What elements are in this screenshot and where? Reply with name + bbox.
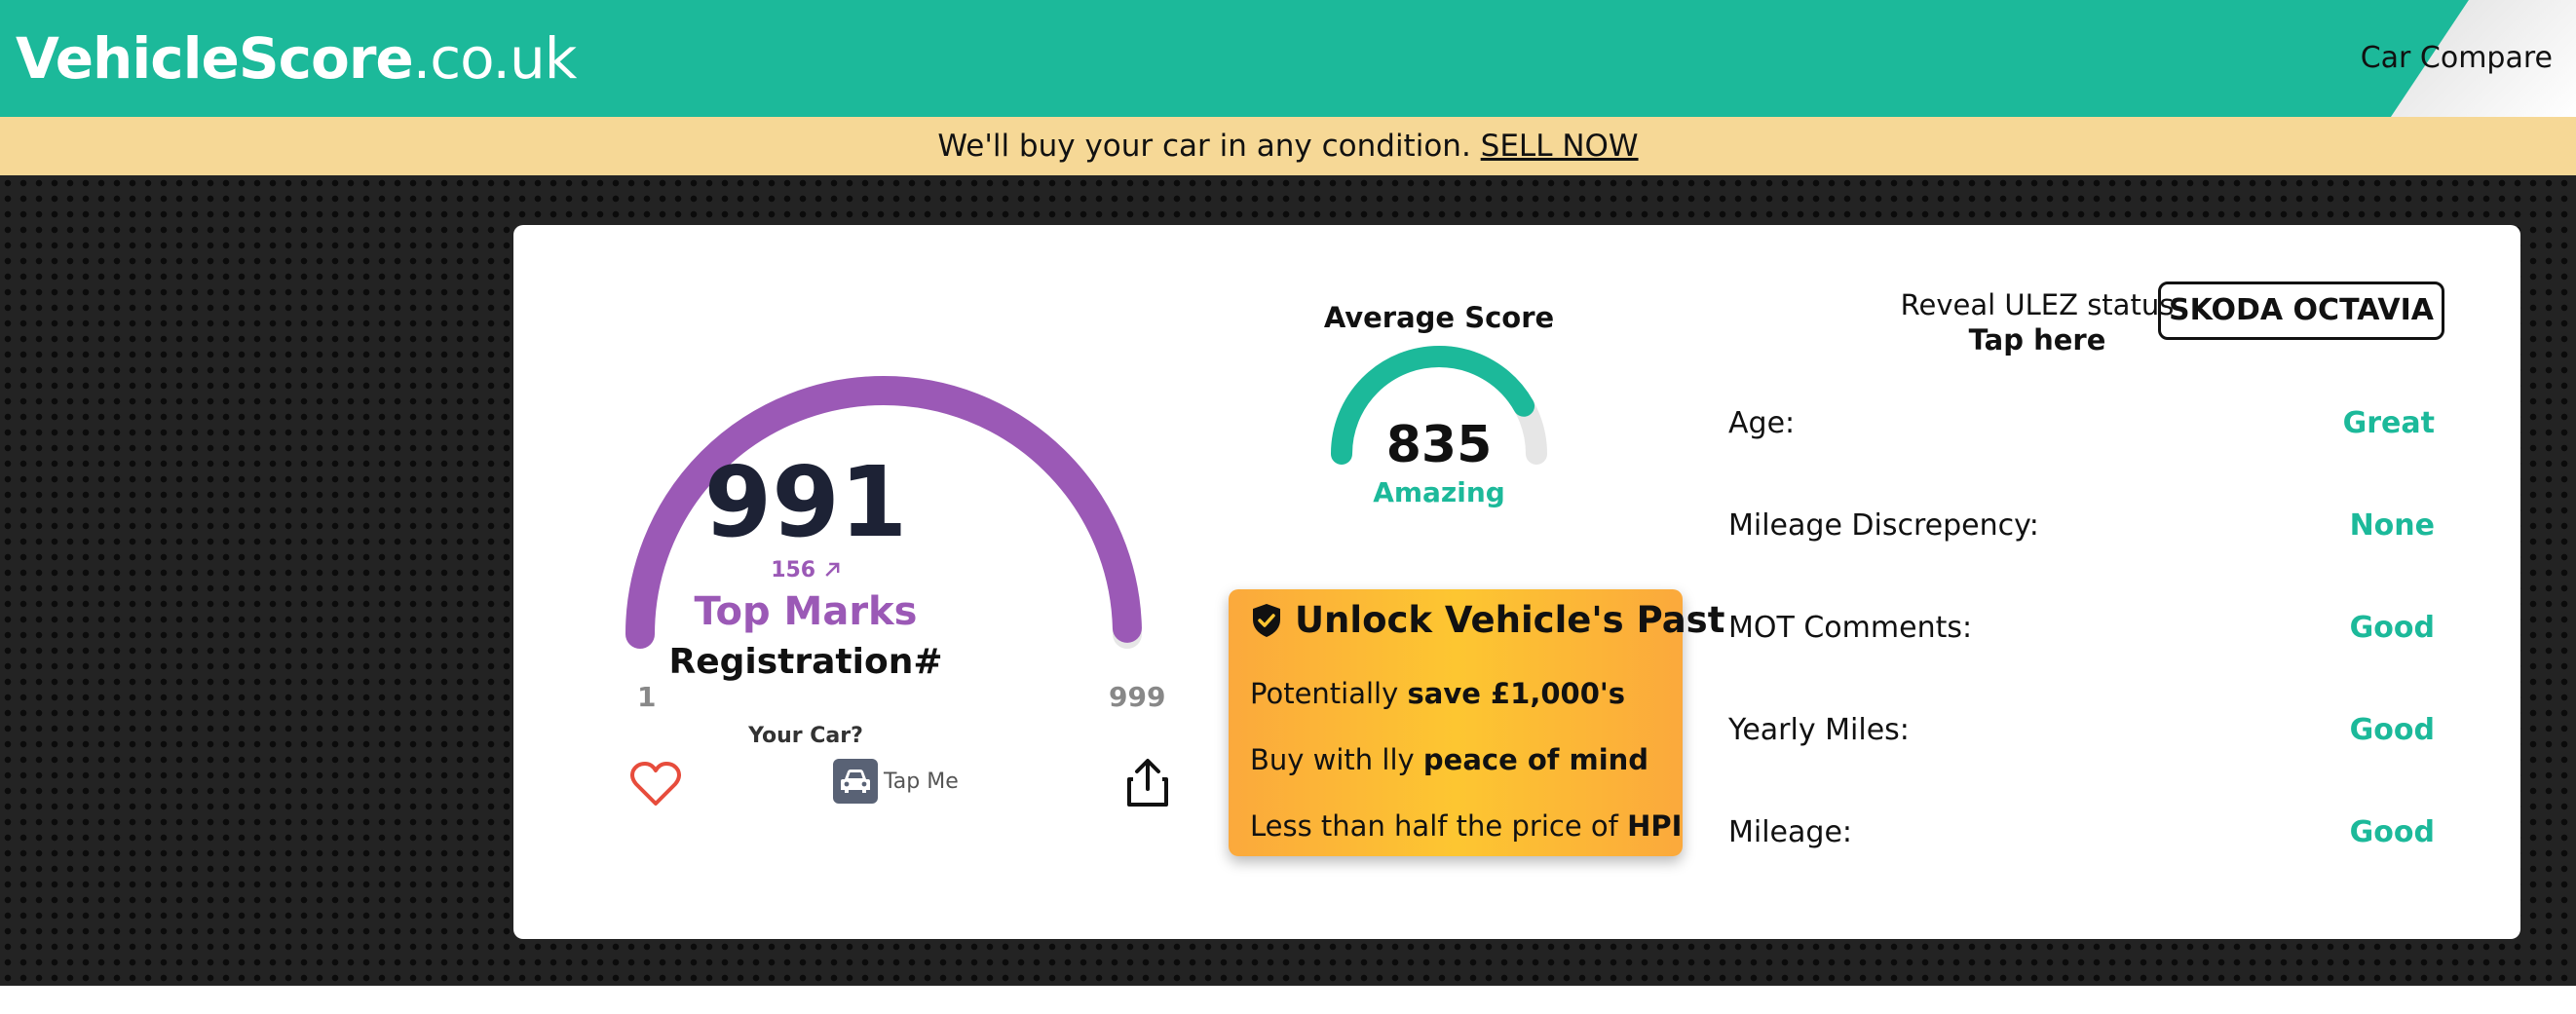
car-icon [833,759,878,804]
average-score-grade: Amazing [1373,476,1505,508]
reveal-ulez-link[interactable]: Reveal ULEZ status Tap here [1891,287,2183,357]
unlock-benefit-save-bold: save £1,000's [1407,677,1626,710]
heart-icon[interactable] [630,761,681,807]
sell-now-link[interactable]: SELL NOW [1481,129,1639,164]
unlock-title: Unlock Vehicle's Past [1250,599,1724,641]
score-grade: Top Marks [694,589,918,634]
gauge-max-label: 999 [1109,681,1166,713]
score-delta: 156 [771,558,841,582]
ulez-title: Reveal ULEZ status [1900,288,2175,321]
unlock-benefit-price-text: Less than half the price of [1250,809,1628,843]
vehicle-score: 991 [703,445,908,559]
gauge-min-label: 1 [637,681,657,713]
score-delta-value: 156 [771,558,816,582]
shield-check-icon [1253,603,1280,637]
unlock-benefit-price-bold: HPI [1627,809,1683,843]
stat-label-age: Age: [1728,406,1796,440]
stat-value-mileage: Good [2349,815,2435,849]
registration-number: Registration# [668,642,943,682]
stat-label-mot-comments: MOT Comments: [1728,611,1973,645]
unlock-benefit-peace-bold: peace of mind [1422,743,1649,776]
unlock-benefit-peace: Buy with lly peace of mind [1250,743,1648,776]
vehicle-make-model-badge: SKODA OCTAVIA [2158,282,2444,340]
nav-car-compare[interactable]: Car Compare [2361,39,2553,78]
unlock-benefit-save-text: Potentially [1250,677,1408,710]
promo-banner: We'll buy your car in any condition. SEL… [0,117,2576,175]
stat-value-age: Great [2342,406,2435,440]
score-card: 991 156 Top Marks Registration# 1 999 Yo… [513,225,2520,939]
stat-label-mileage-discrepancy: Mileage Discrepency: [1728,508,2039,543]
share-icon[interactable] [1125,758,1170,808]
stat-value-mileage-discrepancy: None [2349,508,2435,543]
tap-me-button[interactable]: Tap Me [833,759,959,804]
arrow-up-right-icon [824,562,840,577]
logo-brand: VehicleScore [16,25,414,92]
stat-label-yearly-miles: Yearly Miles: [1728,713,1910,747]
logo-tld: .co.uk [412,25,578,92]
unlock-benefit-save: Potentially save £1,000's [1250,677,1625,710]
average-score-title: Average Score [1323,301,1555,334]
promo-text: We'll buy your car in any condition. [937,129,1481,164]
average-score-value: 835 [1385,416,1493,474]
unlock-benefit-price: Less than half the price of HPI [1250,809,1682,843]
site-header: VehicleScore.co.uk Car Compare [0,0,2576,117]
unlock-title-text: Unlock Vehicle's Past [1295,599,1725,641]
stat-value-yearly-miles: Good [2349,713,2435,747]
stat-label-mileage: Mileage: [1728,815,1853,849]
tap-me-label: Tap Me [884,769,959,794]
site-logo[interactable]: VehicleScore.co.uk [16,21,578,95]
ulez-tap-here: Tap here [1968,323,2106,357]
stat-value-mot-comments: Good [2349,611,2435,645]
unlock-vehicle-past-box[interactable]: Unlock Vehicle's Past Potentially save £… [1229,589,1724,856]
unlock-benefit-peace-text: Buy with lly [1250,743,1423,776]
your-car-label: Your Car? [748,724,863,748]
